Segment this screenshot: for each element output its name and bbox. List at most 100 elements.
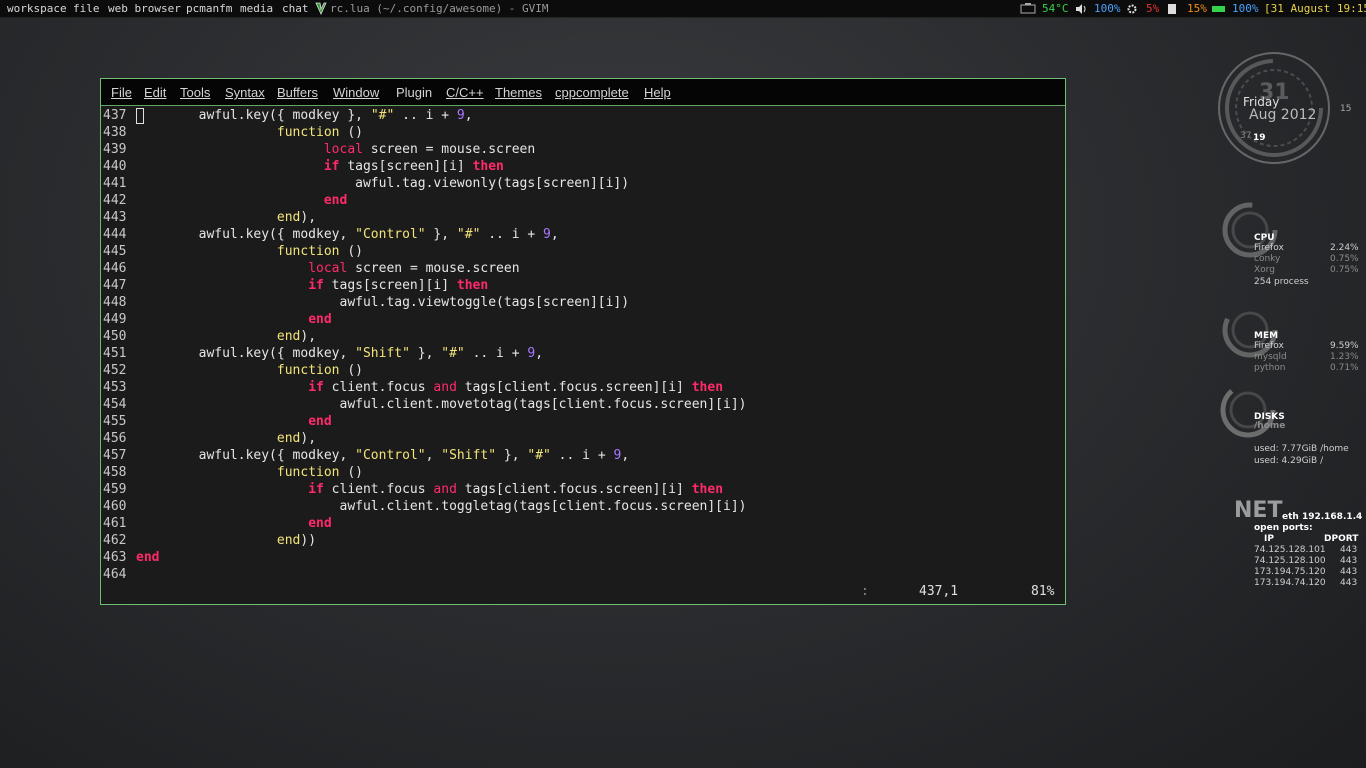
- line-number: 440: [103, 158, 131, 175]
- code-line[interactable]: 455 end: [101, 413, 1061, 430]
- menu-label: File: [111, 85, 132, 100]
- disk-used-root: used: 4.29GiB /: [1254, 456, 1323, 466]
- menu-label: Tools: [180, 85, 210, 100]
- line-number: 458: [103, 464, 131, 481]
- line-number: 463: [103, 549, 131, 566]
- code-line[interactable]: 457 awful.key({ modkey, "Control", "Shif…: [101, 447, 1061, 464]
- menu-plugin[interactable]: Plugin: [396, 79, 432, 106]
- mem-proc-name: mysqld: [1254, 352, 1287, 362]
- line-number: 438: [103, 124, 131, 141]
- menu-cppcomplete[interactable]: cppcomplete: [555, 79, 629, 106]
- menu-web-browser[interactable]: web browser: [108, 0, 181, 18]
- code-text: end: [136, 192, 347, 209]
- cpu-readout: 5%: [1146, 0, 1159, 18]
- line-number: 446: [103, 260, 131, 277]
- code-line[interactable]: 445 function (): [101, 243, 1061, 260]
- code-line[interactable]: 444 awful.key({ modkey, "Control" }, "#"…: [101, 226, 1061, 243]
- gvim-window[interactable]: File Edit Tools Syntax Buffers Window Pl…: [100, 78, 1066, 605]
- net-dport: 443: [1340, 567, 1357, 577]
- battery-icon: [1212, 4, 1226, 14]
- line-number: 457: [103, 447, 131, 464]
- code-text: if client.focus and tags[client.focus.sc…: [136, 379, 723, 396]
- cpu-proc-name: conky: [1254, 254, 1280, 264]
- cpu-title: CPU: [1254, 233, 1275, 243]
- code-line[interactable]: 453 if client.focus and tags[client.focu…: [101, 379, 1061, 396]
- menu-chat[interactable]: chat: [282, 0, 309, 18]
- code-text: end: [136, 311, 332, 328]
- line-number: 460: [103, 498, 131, 515]
- cpu-gear-icon: [1126, 3, 1138, 15]
- net-ip: 173.194.75.120: [1254, 567, 1326, 577]
- line-number: 461: [103, 515, 131, 532]
- code-line[interactable]: 459 if client.focus and tags[client.focu…: [101, 481, 1061, 498]
- code-line[interactable]: 461 end: [101, 515, 1061, 532]
- code-text: end)): [136, 532, 316, 549]
- code-line[interactable]: 454 awful.client.movetotag(tags[client.f…: [101, 396, 1061, 413]
- code-text: end: [136, 413, 332, 430]
- code-line[interactable]: 463end: [101, 549, 1061, 566]
- code-line[interactable]: 448 awful.tag.viewtoggle(tags[screen][i]…: [101, 294, 1061, 311]
- menu-help[interactable]: Help: [644, 79, 671, 106]
- line-number: 453: [103, 379, 131, 396]
- code-line[interactable]: 460 awful.client.toggletag(tags[client.f…: [101, 498, 1061, 515]
- code-line[interactable]: 443 end),: [101, 209, 1061, 226]
- menu-pcmanfm[interactable]: pcmanfm: [186, 0, 232, 18]
- line-number: 445: [103, 243, 131, 260]
- net-ip: 173.194.74.120: [1254, 578, 1326, 588]
- code-line[interactable]: 438 function (): [101, 124, 1061, 141]
- code-line[interactable]: 437 awful.key({ modkey }, "#" .. i + 9,: [101, 107, 1061, 124]
- command-line[interactable]: :: [861, 582, 869, 602]
- code-line[interactable]: 440 if tags[screen][i] then: [101, 158, 1061, 175]
- code-line[interactable]: 451 awful.key({ modkey, "Shift" }, "#" .…: [101, 345, 1061, 362]
- menu-file-gvim[interactable]: File: [111, 79, 132, 106]
- code-line[interactable]: 450 end),: [101, 328, 1061, 345]
- top-panel: workspace file web browser pcmanfm media…: [0, 0, 1366, 18]
- code-line[interactable]: 452 function (): [101, 362, 1061, 379]
- menu-tools[interactable]: Tools: [180, 79, 210, 106]
- clock-readout: [31 August 19:15]: [1264, 0, 1366, 18]
- cpu-proc-name: Firefox: [1254, 243, 1284, 253]
- code-line[interactable]: 462 end)): [101, 532, 1061, 549]
- code-line[interactable]: 464: [101, 566, 1061, 583]
- code-text: awful.tag.viewtoggle(tags[screen][i]): [136, 294, 629, 311]
- code-line[interactable]: 449 end: [101, 311, 1061, 328]
- menu-media[interactable]: media: [240, 0, 273, 18]
- code-line[interactable]: 456 end),: [101, 430, 1061, 447]
- menu-syntax[interactable]: Syntax: [225, 79, 265, 106]
- code-line[interactable]: 446 local screen = mouse.screen: [101, 260, 1061, 277]
- code-line[interactable]: 458 function (): [101, 464, 1061, 481]
- mem-proc-name: python: [1254, 363, 1285, 373]
- code-line[interactable]: 441 awful.tag.viewonly(tags[screen][i]): [101, 175, 1061, 192]
- line-number: 464: [103, 566, 131, 583]
- disk-used-home: used: 7.77GiB /home: [1254, 444, 1349, 454]
- code-text: function (): [136, 362, 363, 379]
- editor-buffer[interactable]: 437 awful.key({ modkey }, "#" .. i + 9,4…: [101, 107, 1065, 577]
- menu-edit[interactable]: Edit: [144, 79, 166, 106]
- menu-themes[interactable]: Themes: [495, 79, 542, 106]
- mem-proc-value: 9.59%: [1330, 341, 1359, 351]
- volume-icon[interactable]: [1075, 3, 1087, 15]
- code-line[interactable]: 447 if tags[screen][i] then: [101, 277, 1061, 294]
- code-text: awful.key({ modkey }, "#" .. i + 9,: [136, 107, 473, 124]
- vim-icon[interactable]: [315, 2, 327, 15]
- line-number: 454: [103, 396, 131, 413]
- menu-window[interactable]: Window: [333, 79, 379, 106]
- menu-label: Help: [644, 85, 671, 100]
- menu-label: cppcomplete: [555, 85, 629, 100]
- code-text: local screen = mouse.screen: [136, 141, 535, 158]
- menu-workspace[interactable]: workspace: [7, 0, 67, 18]
- menu-label: C/C++: [446, 85, 484, 100]
- line-number: 459: [103, 481, 131, 498]
- menu-file[interactable]: file: [73, 0, 100, 18]
- line-number: 455: [103, 413, 131, 430]
- code-line[interactable]: 442 end: [101, 192, 1061, 209]
- menu-buffers[interactable]: Buffers: [277, 79, 318, 106]
- code-line[interactable]: 439 local screen = mouse.screen: [101, 141, 1061, 158]
- menu-label: Buffers: [277, 85, 318, 100]
- menu-c-cpp[interactable]: C/C++: [446, 79, 484, 106]
- cpu-proc-value: 2.24%: [1330, 243, 1359, 253]
- menu-label: Syntax: [225, 85, 265, 100]
- clock-minutes: 15: [1340, 104, 1351, 114]
- net-ip: 74.125.128.101: [1254, 545, 1326, 555]
- text-cursor: [136, 108, 144, 124]
